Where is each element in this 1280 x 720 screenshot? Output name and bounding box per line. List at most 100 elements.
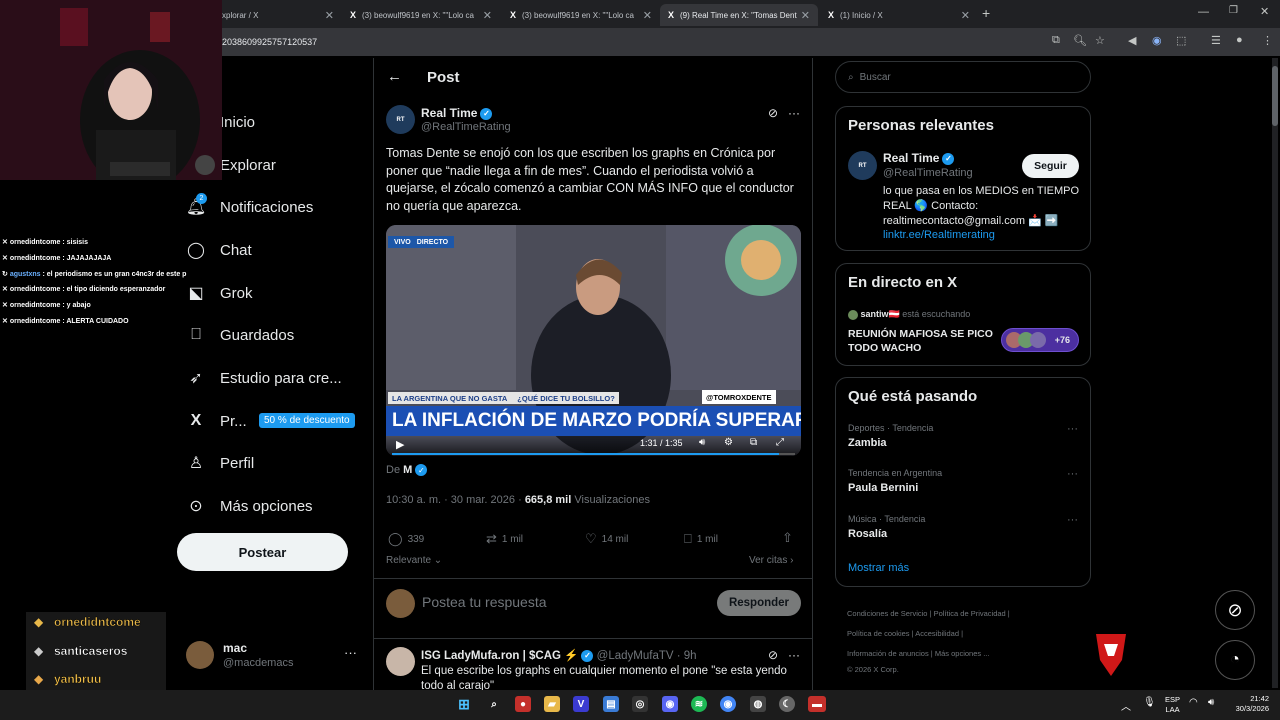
repost-stat[interactable]: ⇄ 1 mil: [486, 531, 523, 547]
app-icon[interactable]: ☾: [779, 696, 795, 712]
new-tab-button[interactable]: +: [982, 5, 990, 21]
vegas-icon[interactable]: V: [573, 696, 589, 712]
app-icon[interactable]: ◍: [750, 696, 766, 712]
close-icon[interactable]: ✕: [325, 9, 334, 22]
windows-start-icon[interactable]: ⊞: [456, 696, 472, 712]
nav-item-notificaciones[interactable]: 🔔︎ 2 Notificaciones: [186, 192, 313, 222]
view-quotes-link[interactable]: Ver citas ›: [749, 555, 793, 566]
author-handle[interactable]: @RealTimeRating: [421, 121, 511, 133]
share-icon[interactable]: ⇧: [782, 530, 793, 546]
cast-icon[interactable]: ⧉: [1052, 34, 1060, 47]
play-icon[interactable]: ▶: [396, 438, 404, 451]
back-arrow-icon[interactable]: ←: [387, 68, 402, 85]
grok-action-icon[interactable]: ⊘: [768, 648, 778, 662]
show-more-link[interactable]: Mostrar más: [848, 562, 909, 574]
obs-icon[interactable]: ◎: [632, 696, 648, 712]
person-avatar[interactable]: RT: [848, 151, 877, 180]
tab-beowulf-1[interactable]: X (3) beowulf9619 en X: ""Lolo ca ✕: [342, 4, 500, 26]
follow-button[interactable]: Seguir: [1022, 154, 1079, 178]
post-button[interactable]: Postear: [177, 533, 348, 571]
app-icon[interactable]: ▬: [808, 696, 826, 712]
person-handle[interactable]: @RealTimeRating: [883, 167, 973, 179]
video-progress-track[interactable]: [392, 453, 795, 455]
person-link[interactable]: linktr.ee/Realtimerating: [883, 229, 995, 241]
menu-icon[interactable]: ⋮: [1262, 34, 1273, 47]
reply-input[interactable]: Postea tu respuesta: [422, 594, 547, 610]
footer-link[interactable]: Condiciones de Servicio: [847, 609, 927, 618]
sort-dropdown[interactable]: Relevante ⌄: [386, 555, 442, 566]
media-control-icon[interactable]: ☰: [1211, 34, 1221, 47]
live-host[interactable]: santiw🇦🇹 está escuchando: [848, 309, 970, 320]
reply-avatar[interactable]: [386, 647, 415, 676]
reply-more-icon[interactable]: ···: [788, 648, 800, 662]
chevron-up-icon[interactable]: ︿: [1121, 698, 1131, 713]
extensions-icon[interactable]: ⬚: [1176, 34, 1186, 47]
account-avatar[interactable]: [186, 641, 214, 669]
extension-voice-icon[interactable]: ◉: [1152, 34, 1162, 47]
live-space-name[interactable]: REUNIÓN MAFIOSA SE PICO TODO WACHO: [848, 327, 998, 355]
settings-icon[interactable]: ⚙: [724, 437, 733, 448]
trend-more-icon[interactable]: ···: [1067, 514, 1078, 526]
footer-link[interactable]: Política de cookies: [847, 629, 910, 638]
bookmark-stat[interactable]: ⎕ 1 mil: [684, 531, 718, 547]
microphone-icon[interactable]: 🎙︎: [1143, 697, 1156, 708]
nav-item-mas-opciones[interactable]: ⊙ Más opciones: [186, 491, 312, 521]
wifi-icon[interactable]: ◠: [1189, 697, 1198, 708]
profile-icon[interactable]: ●: [1236, 34, 1243, 46]
footer-link[interactable]: Más opciones ...: [935, 649, 990, 658]
reply-button[interactable]: Responder: [717, 590, 801, 616]
close-icon[interactable]: ✕: [801, 9, 810, 22]
footer-link[interactable]: Accesibilidad: [915, 629, 959, 638]
close-icon[interactable]: ✕: [961, 9, 970, 22]
url-field[interactable]: 2038609925757120537: [222, 37, 317, 47]
fullscreen-icon[interactable]: ⤢: [776, 437, 784, 448]
nav-item-perfil[interactable]: ♙ Perfil: [186, 448, 254, 478]
pip-icon[interactable]: ⧉: [750, 437, 757, 448]
discord-icon[interactable]: ◉: [662, 696, 678, 712]
volume-icon[interactable]: 🔊︎: [699, 437, 705, 448]
close-icon[interactable]: ✕: [483, 9, 492, 22]
bookmark-star-icon[interactable]: ☆: [1095, 34, 1105, 47]
tab-inicio[interactable]: X (1) Inicio / X ✕: [820, 4, 978, 26]
chrome-icon[interactable]: ◉: [720, 696, 736, 712]
footer-link[interactable]: Información de anuncios: [847, 649, 929, 658]
trend-item[interactable]: Zambia: [848, 437, 887, 449]
system-clock[interactable]: 21:42 30/3/2026: [1227, 694, 1269, 714]
trend-item[interactable]: Rosalía: [848, 528, 887, 540]
source-name[interactable]: M: [403, 464, 412, 476]
app-icon[interactable]: ▤: [603, 696, 619, 712]
account-more-icon[interactable]: ···: [344, 645, 357, 660]
messages-floating-icon[interactable]: ◔: [1215, 640, 1255, 680]
post-more-icon[interactable]: ···: [788, 106, 800, 120]
tab-realtime[interactable]: X (9) Real Time en X: "Tomas Dent ✕: [660, 4, 818, 26]
grok-floating-icon[interactable]: ⊘: [1215, 590, 1255, 630]
author-name[interactable]: Real Time ✓: [421, 106, 493, 120]
tab-beowulf-2[interactable]: X (3) beowulf9619 en X: ""Lolo ca ✕: [502, 4, 660, 26]
person-name[interactable]: Real Time ✓: [883, 151, 955, 165]
footer-link[interactable]: Política de Privacidad: [934, 609, 1006, 618]
video-player[interactable]: VIVO DIRECTO LA ARGENTINA QUE NO GASTA ¿QU…: [386, 225, 801, 456]
nav-item-estudio[interactable]: ➶ Estudio para cre...: [186, 363, 341, 393]
live-listeners[interactable]: +76: [1001, 328, 1079, 352]
author-avatar[interactable]: RT: [386, 105, 415, 134]
close-window-button[interactable]: ✕: [1260, 5, 1269, 18]
scrollbar-thumb[interactable]: [1272, 66, 1278, 126]
app-icon[interactable]: ●: [515, 696, 531, 712]
like-stat[interactable]: ♡ 14 mil: [585, 531, 628, 547]
zoom-icon[interactable]: 🔍︎: [1073, 34, 1087, 47]
spotify-icon[interactable]: ≋: [691, 696, 707, 712]
restore-button[interactable]: ❐: [1229, 5, 1238, 16]
scrollbar-track[interactable]: [1272, 58, 1278, 688]
file-explorer-icon[interactable]: ▰: [544, 696, 560, 712]
minimize-button[interactable]: —: [1198, 6, 1209, 18]
extension-audio-icon[interactable]: ◀: [1128, 34, 1136, 47]
nav-item-premium[interactable]: X Pr...: [186, 406, 247, 436]
trend-more-icon[interactable]: ···: [1067, 423, 1078, 435]
language-indicator[interactable]: ESP LAA: [1165, 695, 1180, 715]
tab-explorar[interactable]: xplorar / X ✕: [214, 4, 342, 26]
volume-icon[interactable]: 🔊︎: [1208, 697, 1214, 708]
grok-action-icon[interactable]: ⊘: [768, 106, 778, 120]
search-input[interactable]: ⌕ Buscar: [835, 61, 1091, 93]
search-icon[interactable]: ⌕: [486, 696, 502, 712]
reply-stat[interactable]: ◯ 339: [388, 531, 424, 547]
